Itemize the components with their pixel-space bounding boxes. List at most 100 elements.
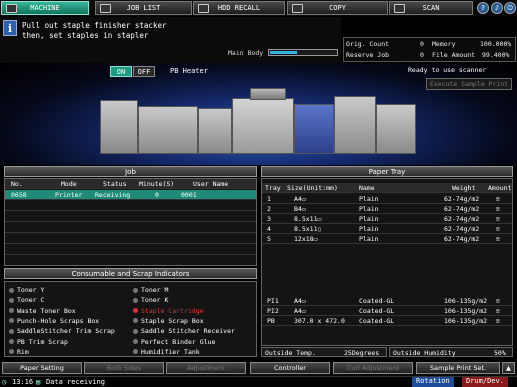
hdd-icon	[198, 4, 209, 13]
help-icon[interactable]: ?	[477, 2, 489, 14]
tray-size: 307.0 x 472.0	[294, 316, 345, 325]
tray-tray: 3	[267, 214, 271, 223]
tray-row[interactable]: 1 A4▭ Plain 62-74g/m2 ≡	[262, 194, 512, 204]
tray-row[interactable]: 4 8.5x11▯ Plain 62-74g/m2 ≡	[262, 224, 512, 234]
curl-adjustment-button[interactable]: Curl Adjustment	[333, 362, 413, 374]
consumable-item: Toner K	[133, 295, 168, 305]
tray-tray: 1	[267, 194, 271, 203]
tray-row[interactable]: 2 B4▭ Plain 62-74g/m2 ≡	[262, 204, 512, 214]
consumable-item: SaddleStitcher Trim Scrap	[9, 326, 115, 336]
counter-panel: Orig. Count 0 Memory 100.000% Reserve Jo…	[343, 37, 516, 62]
finisher-unit	[100, 100, 138, 154]
status-text: Data receiving	[46, 378, 106, 386]
status-time: 13:16	[12, 378, 34, 386]
perfect-binder-unit	[138, 106, 198, 154]
audio-icon[interactable]: ♪	[491, 2, 503, 14]
pb-heater-label: PB Heater	[170, 67, 208, 75]
consumable-label: Saddle Stitcher Receiver	[141, 327, 235, 336]
sample-print-set-button[interactable]: Sample Print Set.	[416, 362, 500, 374]
status-indicator-icon	[9, 349, 14, 355]
tray-size: A4▭	[294, 296, 306, 305]
tab-copy[interactable]: COPY	[287, 1, 388, 15]
pb-heater-off-button[interactable]: OFF	[133, 66, 155, 77]
consumable-item: Toner M	[133, 285, 168, 295]
consumable-item: Staple Scrap Box	[133, 316, 204, 326]
tray-weight: 106-135g/m2	[444, 306, 488, 315]
job-row-empty	[5, 212, 256, 222]
job-panel: No. Mode Status Minute(S) User Name 0658…	[4, 178, 257, 266]
tab-scan[interactable]: SCAN	[389, 1, 473, 15]
tray-row[interactable]: PB 307.0 x 472.0 Coated-GL 106-135g/m2 ≡	[262, 316, 512, 326]
copy-icon	[292, 4, 303, 13]
consumable-item: Toner C	[9, 295, 44, 305]
tray-row[interactable]: PI1 A4▭ Coated-GL 106-135g/m2 ≡	[262, 296, 512, 306]
tray-weight: 62-74g/m2	[444, 214, 480, 223]
outside-humidity-box: Outside Humidity 50%	[389, 347, 513, 357]
rotation-indicator: Rotation	[412, 377, 454, 387]
consumable-label: Waste Toner Box	[17, 306, 76, 315]
data-receiving-icon: ▤	[36, 378, 41, 386]
tray-name: Plain	[359, 194, 379, 203]
orig-count-value: 0	[420, 40, 424, 48]
tray-weight: 106-135g/m2	[444, 296, 488, 305]
power-icon[interactable]: ⏻	[504, 2, 516, 14]
machine-icon	[6, 4, 17, 13]
consumable-item: Punch-Hole Scraps Box	[9, 316, 99, 326]
tray-size: 8.5x11▯	[294, 224, 322, 233]
controller-button[interactable]: Controller	[250, 362, 330, 374]
tray-name: Plain	[359, 224, 379, 233]
pb-heater-on-button[interactable]: ON	[110, 66, 132, 77]
tray-row[interactable]: 5 12x18▭ Plain 62-74g/m2 ≡	[262, 234, 512, 244]
tray-row[interactable]: PI2 A4▭ Coated-GL 106-135g/m2 ≡	[262, 306, 512, 316]
tray-name: Coated-GL	[359, 306, 395, 315]
paper-setting-button[interactable]: Paper Setting	[2, 362, 82, 374]
scroll-up-icon[interactable]: ▲	[502, 362, 515, 374]
reserve-job-value: 0	[420, 51, 424, 59]
tray-tray: 4	[267, 224, 271, 233]
consumable-item: Waste Toner Box	[9, 306, 76, 316]
file-amount-value: 99.400%	[482, 51, 510, 59]
status-indicator-icon	[133, 339, 138, 344]
consumable-label: Punch-Hole Scraps Box	[17, 316, 100, 325]
stacker-unit	[198, 108, 232, 154]
tab-machine[interactable]: MACHINE	[1, 1, 89, 15]
status-indicator-icon	[9, 339, 14, 344]
both-sides-button[interactable]: Both Sides	[84, 362, 164, 374]
paper-amount-icon: ≡	[496, 306, 500, 315]
consumable-label: PB Trim Scrap	[17, 337, 68, 346]
consumable-item: Rim	[9, 347, 29, 357]
consumable-label: Toner M	[141, 286, 169, 294]
tray-size: B4▭	[294, 204, 306, 213]
clock-icon: ◷	[2, 378, 7, 386]
tray-name: Plain	[359, 204, 379, 213]
job-row-empty	[5, 223, 256, 233]
drum-dev-indicator: Drum/Dev.	[462, 377, 508, 387]
consumable-item: Saddle Stitcher Receiver	[133, 326, 235, 336]
tab-job-list[interactable]: JOB LIST	[95, 1, 192, 15]
tray-name: Coated-GL	[359, 316, 395, 325]
main-body-gauge	[268, 49, 338, 56]
tray-table-header: Tray Size(Unit:mm) Name Weight Amount	[262, 183, 512, 193]
consumable-item: PB Trim Scrap	[9, 337, 68, 347]
job-row[interactable]: 0658 Printer Receiving 0 0001	[5, 190, 256, 200]
tray-weight: 62-74g/m2	[444, 204, 480, 213]
list-icon	[100, 4, 111, 13]
tray-name: Plain	[359, 234, 379, 243]
tray-tray: PI1	[267, 296, 279, 305]
main-body-gauge-fill	[270, 51, 298, 54]
tray-row[interactable]: 3 8.5x11▭ Plain 62-74g/m2 ≡	[262, 214, 512, 224]
status-indicator-icon	[9, 308, 14, 314]
adjustment-button[interactable]: Adjustment	[166, 362, 246, 374]
status-indicator-icon	[133, 328, 138, 334]
tray-tray: PI2	[267, 306, 279, 315]
outside-temp-box: Outside Temp. 25Degrees	[261, 347, 387, 357]
paper-amount-icon: ≡	[496, 214, 500, 223]
consumable-label: Staple Scrap Box	[141, 316, 204, 325]
paper-amount-icon: ≡	[496, 194, 500, 203]
execute-sample-print-button[interactable]: Execute Sample Print	[426, 78, 512, 90]
tab-hdd-recall[interactable]: HDD RECALL	[193, 1, 285, 15]
consumable-label: Toner C	[17, 296, 45, 305]
consumable-label: Toner K	[141, 296, 169, 305]
relay-unit	[334, 96, 376, 154]
paper-amount-icon: ≡	[496, 224, 500, 233]
